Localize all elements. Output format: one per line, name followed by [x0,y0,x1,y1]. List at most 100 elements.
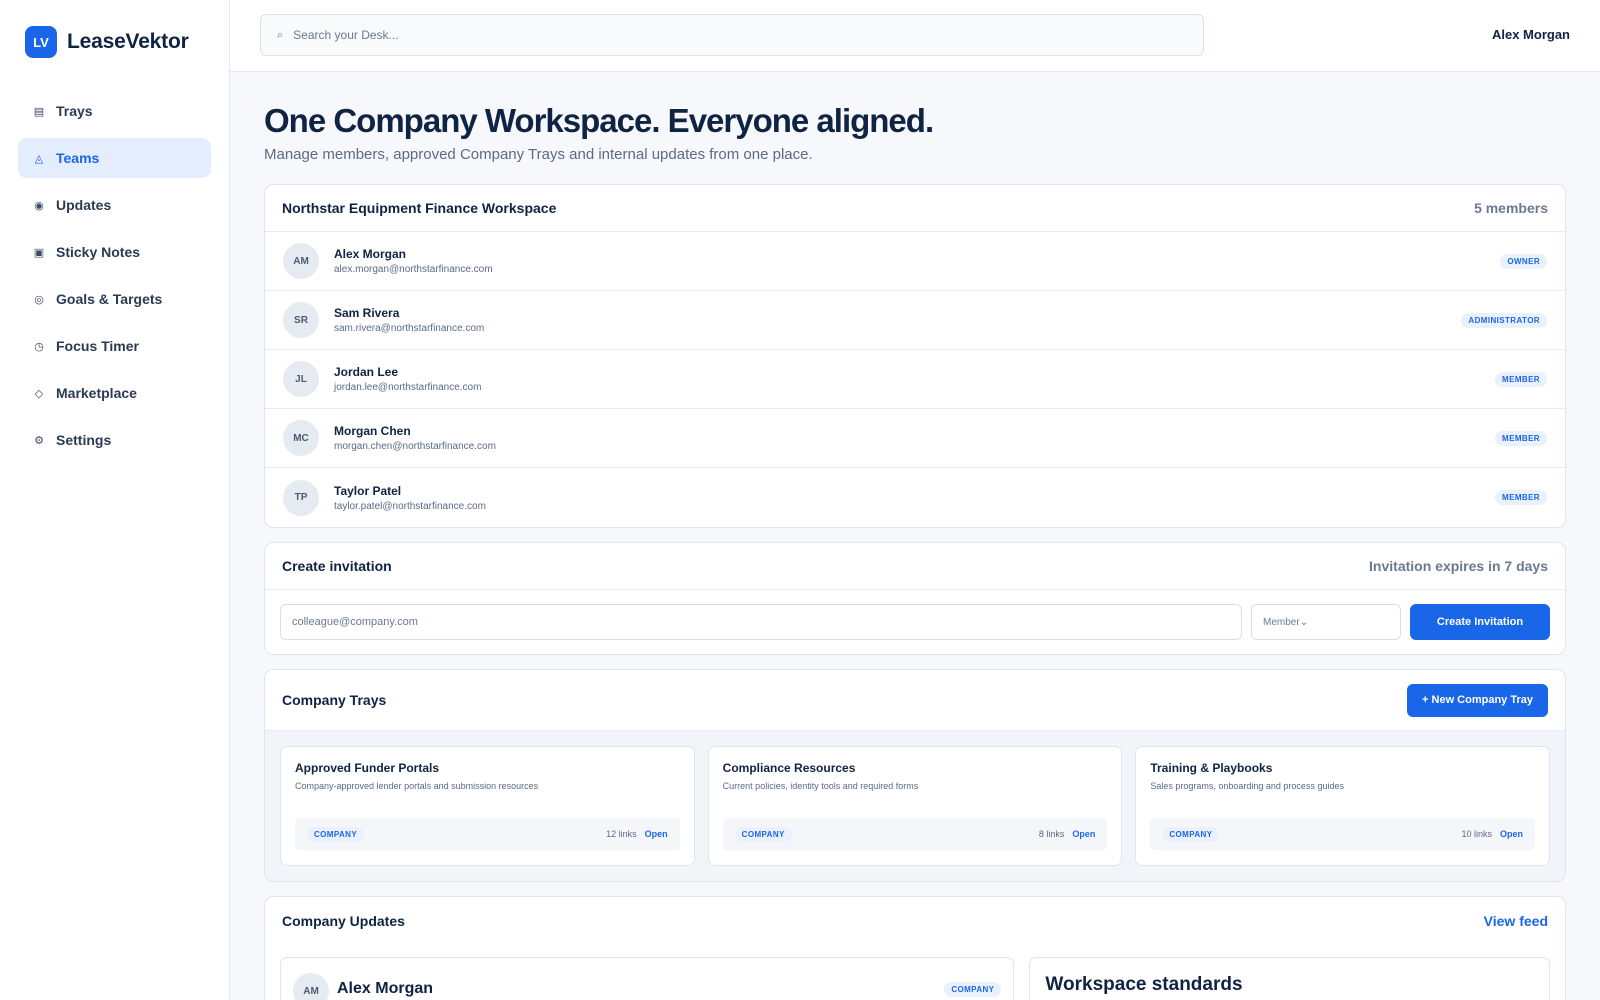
card-header: Company Trays + New Company Tray [265,670,1565,731]
tray-title: Compliance Resources [722,761,856,775]
tray-link-count: 12 links [606,829,637,839]
updates-title: Company Updates [282,913,405,929]
card-header: Northstar Equipment Finance Workspace 5 … [265,185,1565,232]
card-header: Create invitation Invitation expires in … [265,543,1565,590]
sidebar-item-label: Teams [56,150,100,166]
tray-link-count: 8 links [1038,829,1065,839]
company-trays-card: Company Trays + New Company Tray Approve… [264,669,1566,882]
brand[interactable]: LV LeaseVektor [25,26,189,58]
avatar: TP [283,479,319,516]
sidebar-item-label: Settings [56,432,112,448]
avatar: AM [283,243,319,279]
page-subtitle: Manage members, approved Company Trays a… [264,146,813,163]
member-row[interactable]: JL Jordan Lee jordan.lee@northstarfinanc… [265,350,1565,409]
member-email: taylor.patel@northstarfinance.com [334,500,486,512]
tray-link-meta: 10 links Open [1461,829,1523,839]
brand-name: LeaseVektor [67,30,189,53]
member-name: Taylor Patel [334,483,402,498]
tray-tag: COMPANY [734,826,792,842]
update-post[interactable]: AM Alex Morgan COMPANY [280,957,1015,1000]
user-menu[interactable]: Alex Morgan [1492,27,1570,42]
sidebar-item-label: Goals & Targets [56,291,163,307]
member-name: Morgan Chen [334,424,411,438]
sidebar-item-label: Marketplace [56,385,137,401]
member-row[interactable]: MC Morgan Chen morgan.chen@northstarfina… [265,409,1565,468]
search-icon: ⌕ [277,28,284,41]
avatar: MC [283,420,319,456]
card-header: Company Updates View feed [265,897,1565,945]
target-icon: ◎ [34,293,44,306]
member-count: 5 members [1474,200,1548,216]
member-info: Taylor Patel taylor.patel@northstarfinan… [334,484,1495,512]
invitation-form: Member⌄ Create Invitation [265,590,1565,654]
sidebar-item-label: Updates [56,197,112,213]
tray-title: Training & Playbooks [1150,761,1273,775]
sidebar-item-label: Trays [56,103,93,119]
new-company-tray-button[interactable]: + New Company Tray [1407,683,1548,717]
member-name: Alex Morgan [334,247,407,261]
tray-link-meta: 8 links Open [1039,829,1096,839]
tray-card[interactable]: Compliance Resources Current policies, i… [707,746,1123,866]
create-invitation-card: Create invitation Invitation expires in … [264,542,1566,655]
main-content: One Company Workspace. Everyone aligned.… [264,72,1566,1000]
sidebar-item-sticky-notes[interactable]: ▣ Sticky Notes [18,232,211,272]
member-info: Alex Morgan alex.morgan@northstarfinance… [334,247,1500,275]
sidebar-item-settings[interactable]: ⚙ Settings [18,420,211,460]
member-info: Morgan Chen morgan.chen@northstarfinance… [334,424,1495,452]
sidebar: LV LeaseVektor ▤ Trays ◬ Teams ◉ Updates… [0,0,230,1000]
sidebar-item-trays[interactable]: ▤ Trays [18,91,211,131]
member-row[interactable]: SR Sam Rivera sam.rivera@northstarfinanc… [265,291,1565,350]
role-badge: ADMINISTRATOR [1461,312,1547,328]
tray-icon: ▤ [33,105,45,118]
role-select-value: Member [1263,616,1300,628]
invite-email-field[interactable] [280,604,1242,640]
tray-tag: COMPANY [307,826,365,842]
tray-open-link[interactable]: Open [1072,829,1095,839]
tray-footer: COMPANY 12 links Open [295,818,680,850]
tray-link-count: 10 links [1461,829,1492,839]
member-name: Jordan Lee [334,365,399,379]
settings-icon: ⚙ [34,434,44,447]
workspace-name: Northstar Equipment Finance Workspace [282,200,557,216]
sidebar-item-updates[interactable]: ◉ Updates [18,185,211,225]
workspace-members-card: Northstar Equipment Finance Workspace 5 … [264,184,1566,528]
sidebar-item-focus-timer[interactable]: ◷ Focus Timer [18,326,211,366]
tray-open-link[interactable]: Open [645,829,668,839]
page-title: One Company Workspace. Everyone aligned. [264,102,934,139]
timer-icon: ◷ [34,340,44,353]
top-bar: ⌕ Alex Morgan [230,0,1600,72]
member-row[interactable]: AM Alex Morgan alex.morgan@northstarfina… [265,232,1565,291]
tray-description: Current policies, identity tools and req… [722,781,919,791]
sticky-note-icon: ▣ [33,246,45,259]
create-invitation-button[interactable]: Create Invitation [1410,604,1550,640]
update-author: Alex Morgan [337,980,434,997]
member-email: sam.rivera@northstarfinance.com [334,323,485,334]
view-feed-link[interactable]: View feed [1484,913,1548,929]
tray-description: Company-approved lender portals and subm… [295,781,539,791]
avatar: SR [283,302,319,338]
tray-link-meta: 12 links Open [606,829,668,839]
tray-open-link[interactable]: Open [1500,829,1523,839]
standards-title: Workspace standards [1045,974,1243,995]
sidebar-item-teams[interactable]: ◬ Teams [18,138,211,178]
brand-logo: LV [25,26,57,58]
role-badge: OWNER [1500,253,1547,269]
avatar: JL [283,361,319,397]
tray-card[interactable]: Approved Funder Portals Company-approved… [280,746,695,866]
tray-title: Approved Funder Portals [295,761,440,775]
teams-icon: ◬ [34,152,44,165]
avatar: AM [293,973,329,1000]
search-box[interactable]: ⌕ [260,14,1204,56]
role-badge: MEMBER [1495,371,1547,387]
company-updates-card: Company Updates View feed AM Alex Morgan… [264,896,1566,1000]
member-row[interactable]: TP Taylor Patel taylor.patel@northstarfi… [265,468,1565,527]
sidebar-item-marketplace[interactable]: ◇ Marketplace [18,373,211,413]
updates-icon: ◉ [34,199,44,212]
search-input[interactable] [293,28,1174,42]
tray-card[interactable]: Training & Playbooks Sales programs, onb… [1135,746,1551,866]
role-select[interactable]: Member ⌄ [1251,604,1401,640]
tray-description: Sales programs, onboarding and process g… [1150,781,1344,791]
sidebar-item-label: Focus Timer [56,338,139,354]
sidebar-item-goals-targets[interactable]: ◎ Goals & Targets [18,279,211,319]
invitation-expiry: Invitation expires in 7 days [1369,558,1548,574]
